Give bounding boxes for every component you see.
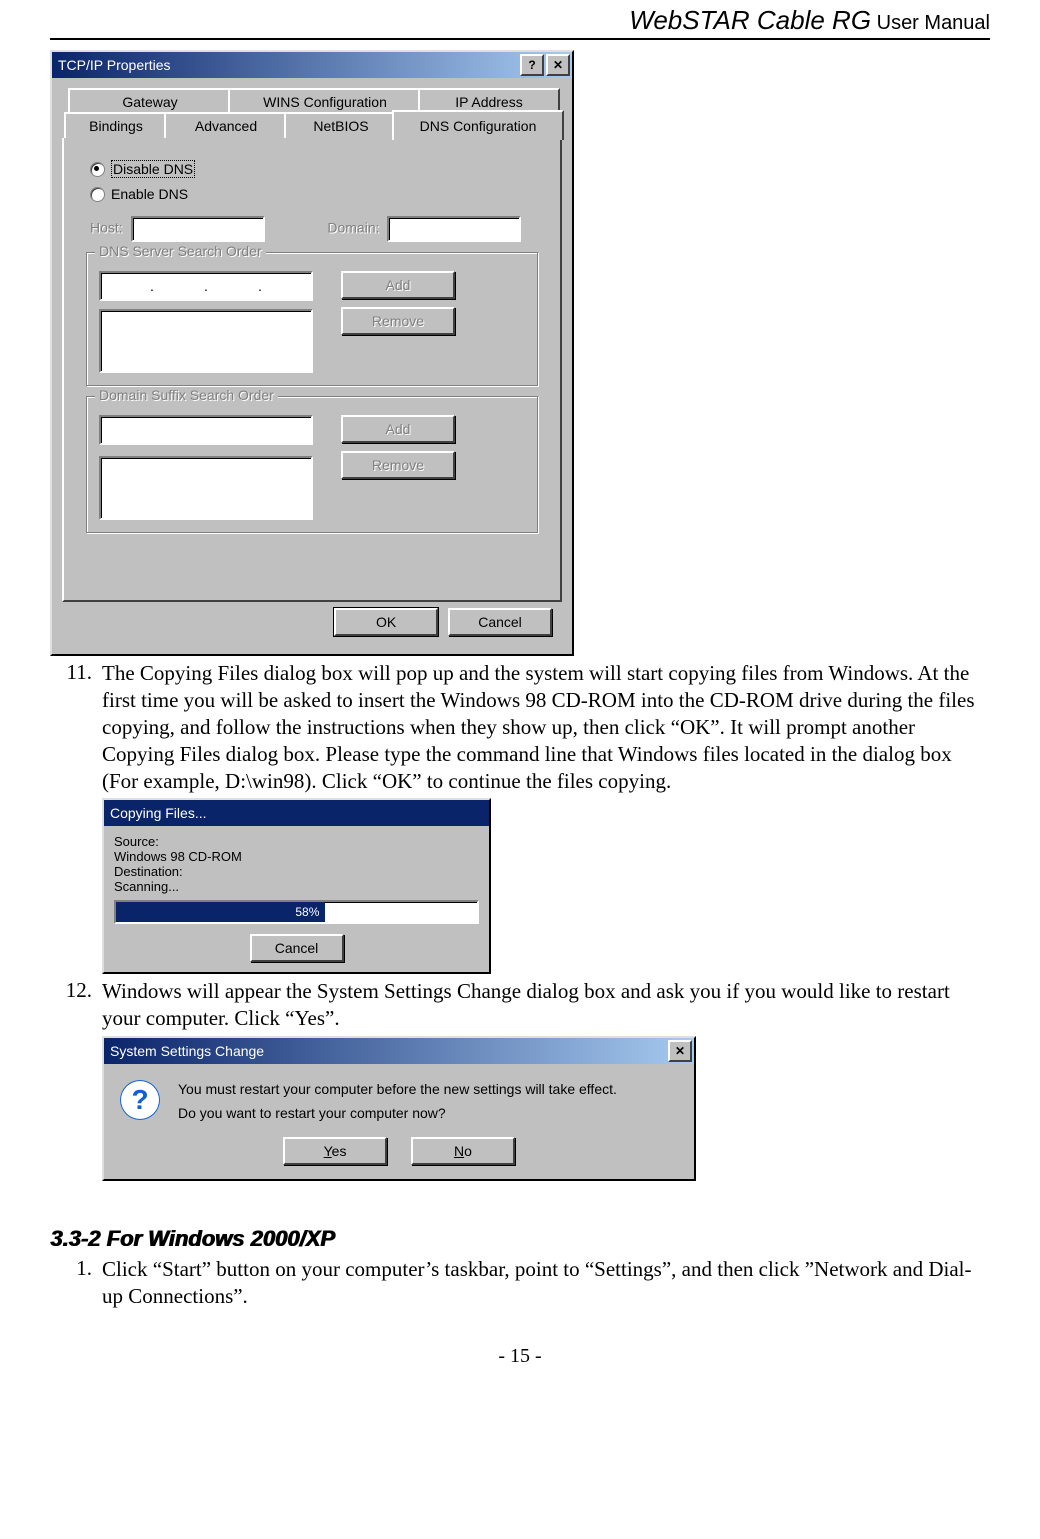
tcpip-dialog-buttons: OK Cancel <box>62 602 562 646</box>
tab-bindings[interactable]: Bindings <box>64 112 168 138</box>
step-11-text: The Copying Files dialog box will pop up… <box>102 660 990 794</box>
tcpip-dialog: TCP/IP Properties ? ✕ Gateway WINS Confi… <box>50 50 574 656</box>
copying-dest-label: Destination: <box>114 864 479 879</box>
copying-title: Copying Files... <box>110 805 487 821</box>
host-input[interactable] <box>131 216 265 242</box>
radio-enable-dns[interactable]: Enable DNS <box>90 186 542 202</box>
dns-search-order-group: DNS Server Search Order ... Add Remove <box>86 252 538 386</box>
copying-titlebar: Copying Files... <box>104 800 489 826</box>
yes-button[interactable]: Yes <box>283 1137 387 1165</box>
ok-button[interactable]: OK <box>334 608 438 636</box>
dns-panel: Disable DNS Enable DNS Host: Domain: DNS… <box>62 138 562 602</box>
copying-source-label: Source: <box>114 834 479 849</box>
dns-add-button[interactable]: Add <box>341 271 455 299</box>
step-11-number: 11. <box>50 660 102 794</box>
step-1-number: 1. <box>50 1256 102 1310</box>
dns-listbox[interactable] <box>99 309 313 373</box>
tcpip-title: TCP/IP Properties <box>58 57 518 73</box>
no-button[interactable]: No <box>411 1137 515 1165</box>
suffix-listbox[interactable] <box>99 456 313 520</box>
tab-netbios[interactable]: NetBIOS <box>284 112 398 138</box>
page-header: WebSTAR Cable RG User Manual <box>50 0 990 40</box>
step-1: 1. Click “Start” button on your computer… <box>50 1256 990 1310</box>
radio-dot-icon <box>90 187 105 202</box>
system-settings-change-dialog: System Settings Change ✕ ? You must rest… <box>102 1036 696 1181</box>
suffix-search-order-group: Domain Suffix Search Order Add Remove <box>86 396 538 533</box>
ssc-titlebar: System Settings Change ✕ <box>104 1038 694 1064</box>
dns-ip-input[interactable]: ... <box>99 271 313 301</box>
ssc-close-button[interactable]: ✕ <box>668 1040 692 1062</box>
copying-source-value: Windows 98 CD-ROM <box>114 849 479 864</box>
dns-group-legend: DNS Server Search Order <box>95 243 266 259</box>
copying-cancel-button[interactable]: Cancel <box>250 934 344 962</box>
progress-bar: 58% <box>114 900 479 924</box>
ssc-title: System Settings Change <box>110 1043 666 1059</box>
progress-percent: 58% <box>295 905 319 919</box>
cancel-button[interactable]: Cancel <box>448 608 552 636</box>
tab-dns[interactable]: DNS Configuration <box>392 110 564 140</box>
page-footer: - 15 - <box>50 1345 990 1368</box>
host-domain-row: Host: Domain: <box>90 216 542 242</box>
suffix-add-button[interactable]: Add <box>341 415 455 443</box>
suffix-remove-button[interactable]: Remove <box>341 451 455 479</box>
section-title: 3.3-2 For Windows 2000/XP <box>50 1226 990 1252</box>
step-1-text: Click “Start” button on your computer’s … <box>102 1256 990 1310</box>
copying-scan-label: Scanning... <box>114 879 479 894</box>
help-button[interactable]: ? <box>520 54 544 76</box>
tcpip-titlebar: TCP/IP Properties ? ✕ <box>52 52 572 78</box>
dns-remove-button[interactable]: Remove <box>341 307 455 335</box>
radio-dot-selected-icon <box>90 162 105 177</box>
host-label: Host: <box>90 220 123 236</box>
step-12: 12. Windows will appear the System Setti… <box>50 978 990 1032</box>
suffix-group-legend: Domain Suffix Search Order <box>95 387 278 403</box>
ssc-message: You must restart your computer before th… <box>178 1080 617 1123</box>
step-12-number: 12. <box>50 978 102 1032</box>
header-brand: WebSTAR Cable RG <box>629 5 871 35</box>
question-icon: ? <box>120 1080 160 1120</box>
copying-dialog: Copying Files... Source: Windows 98 CD-R… <box>102 798 491 974</box>
step-11: 11. The Copying Files dialog box will po… <box>50 660 990 794</box>
ssc-line2: Do you want to restart your computer now… <box>178 1104 617 1124</box>
suffix-input[interactable] <box>99 415 313 445</box>
domain-label: Domain: <box>327 220 379 236</box>
radio-disable-dns[interactable]: Disable DNS <box>90 160 542 178</box>
step-12-text: Windows will appear the System Settings … <box>102 978 990 1032</box>
tab-strip: Gateway WINS Configuration IP Address Bi… <box>62 88 562 140</box>
domain-input[interactable] <box>387 216 521 242</box>
close-button[interactable]: ✕ <box>546 54 570 76</box>
progress-fill: 58% <box>116 902 325 922</box>
tab-advanced[interactable]: Advanced <box>164 112 288 138</box>
tab-gateway[interactable]: Gateway <box>68 88 232 114</box>
ssc-line1: You must restart your computer before th… <box>178 1080 617 1100</box>
header-suffix: User Manual <box>871 12 990 34</box>
